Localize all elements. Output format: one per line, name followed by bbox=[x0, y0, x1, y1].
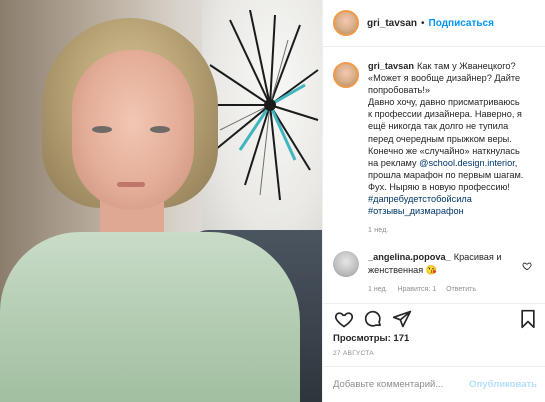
commenter-avatar[interactable] bbox=[333, 251, 359, 278]
post-header: gri_tavsan • Подписаться bbox=[323, 0, 545, 47]
share-icon[interactable] bbox=[391, 308, 413, 330]
caption-author-avatar[interactable] bbox=[333, 62, 359, 88]
comment-body: _angelina.popova_ Красивая и женственная … bbox=[368, 251, 526, 297]
wall-art-image bbox=[205, 10, 319, 201]
hashtag-link[interactable]: #дапребудетстобойсила bbox=[368, 194, 472, 204]
caption-punct: , bbox=[514, 157, 518, 168]
caption-line: Как там у Жванецкого? bbox=[416, 61, 516, 71]
author-avatar[interactable] bbox=[333, 10, 359, 36]
comment-item: _angelina.popova_ Красивая и женственная … bbox=[323, 237, 545, 297]
add-comment-bar: Опубликовать bbox=[323, 366, 545, 402]
comments-list[interactable]: gri_tavsan Как там у Жванецкого? «Может я… bbox=[323, 48, 545, 298]
comment-emoji: 😘 bbox=[425, 264, 438, 275]
caption-line: к профессии дизайнера. Наверно, я bbox=[368, 109, 522, 120]
separator-dot: • bbox=[421, 17, 425, 29]
caption-line: «Может я вообще дизайнер? Дайте bbox=[368, 73, 521, 84]
caption-line: на рекламу bbox=[368, 157, 417, 168]
caption-line: ещё никогда так долго не тупила bbox=[368, 121, 509, 132]
comment-icon[interactable] bbox=[362, 308, 384, 330]
caption-line: Фух. Ныряю в новую профессию! bbox=[368, 181, 510, 192]
caption-body: gri_tavsan Как там у Жванецкого? «Может я… bbox=[368, 60, 536, 237]
commenter-username[interactable]: _angelina.popova_ bbox=[368, 252, 451, 262]
comment-time[interactable]: 1 нед. bbox=[368, 286, 387, 293]
person-eye-left bbox=[92, 126, 112, 133]
post-actions bbox=[323, 303, 545, 333]
post-panel: gri_tavsan • Подписаться gri_tavsan Как т… bbox=[322, 0, 545, 402]
caption-line: Конечно же «случайно» наткнулась bbox=[368, 145, 520, 156]
add-comment-input[interactable] bbox=[333, 379, 470, 390]
post-caption: gri_tavsan Как там у Жванецкого? «Может я… bbox=[323, 48, 545, 237]
caption-line: прошла марафон по первым шагам. bbox=[368, 169, 524, 180]
caption-line: перед очередным прыжком веры. bbox=[368, 133, 512, 144]
comment-like-icon[interactable] bbox=[522, 261, 532, 273]
post-video[interactable] bbox=[0, 0, 322, 402]
author-username[interactable]: gri_tavsan bbox=[367, 18, 417, 29]
caption-time[interactable]: 1 нед. bbox=[368, 225, 536, 237]
hashtag-link[interactable]: #отзывы_дизмарафон bbox=[368, 206, 464, 216]
comment-likes[interactable]: Нравится: 1 bbox=[397, 286, 436, 293]
reply-button[interactable]: Ответить bbox=[446, 286, 476, 293]
mention-link[interactable]: @school.design.interior bbox=[419, 158, 515, 168]
caption-username[interactable]: gri_tavsan bbox=[368, 61, 414, 71]
person-mouth bbox=[117, 182, 145, 187]
follow-button[interactable]: Подписаться bbox=[429, 18, 494, 29]
views-count[interactable]: Просмотры: 171 bbox=[333, 333, 409, 344]
person-eye-right bbox=[150, 126, 170, 133]
bookmark-icon[interactable] bbox=[517, 308, 539, 330]
caption-line: попробовать!» bbox=[368, 85, 430, 96]
person-shirt bbox=[0, 232, 300, 402]
heart-icon[interactable] bbox=[333, 308, 355, 330]
publish-button[interactable]: Опубликовать bbox=[469, 379, 537, 390]
caption-line: Давно хочу, давно присматриваюсь bbox=[368, 97, 520, 108]
comment-meta: 1 нед. Нравится: 1 Ответить bbox=[368, 284, 526, 297]
post-date[interactable]: 27 АВГУСТА bbox=[333, 350, 374, 357]
